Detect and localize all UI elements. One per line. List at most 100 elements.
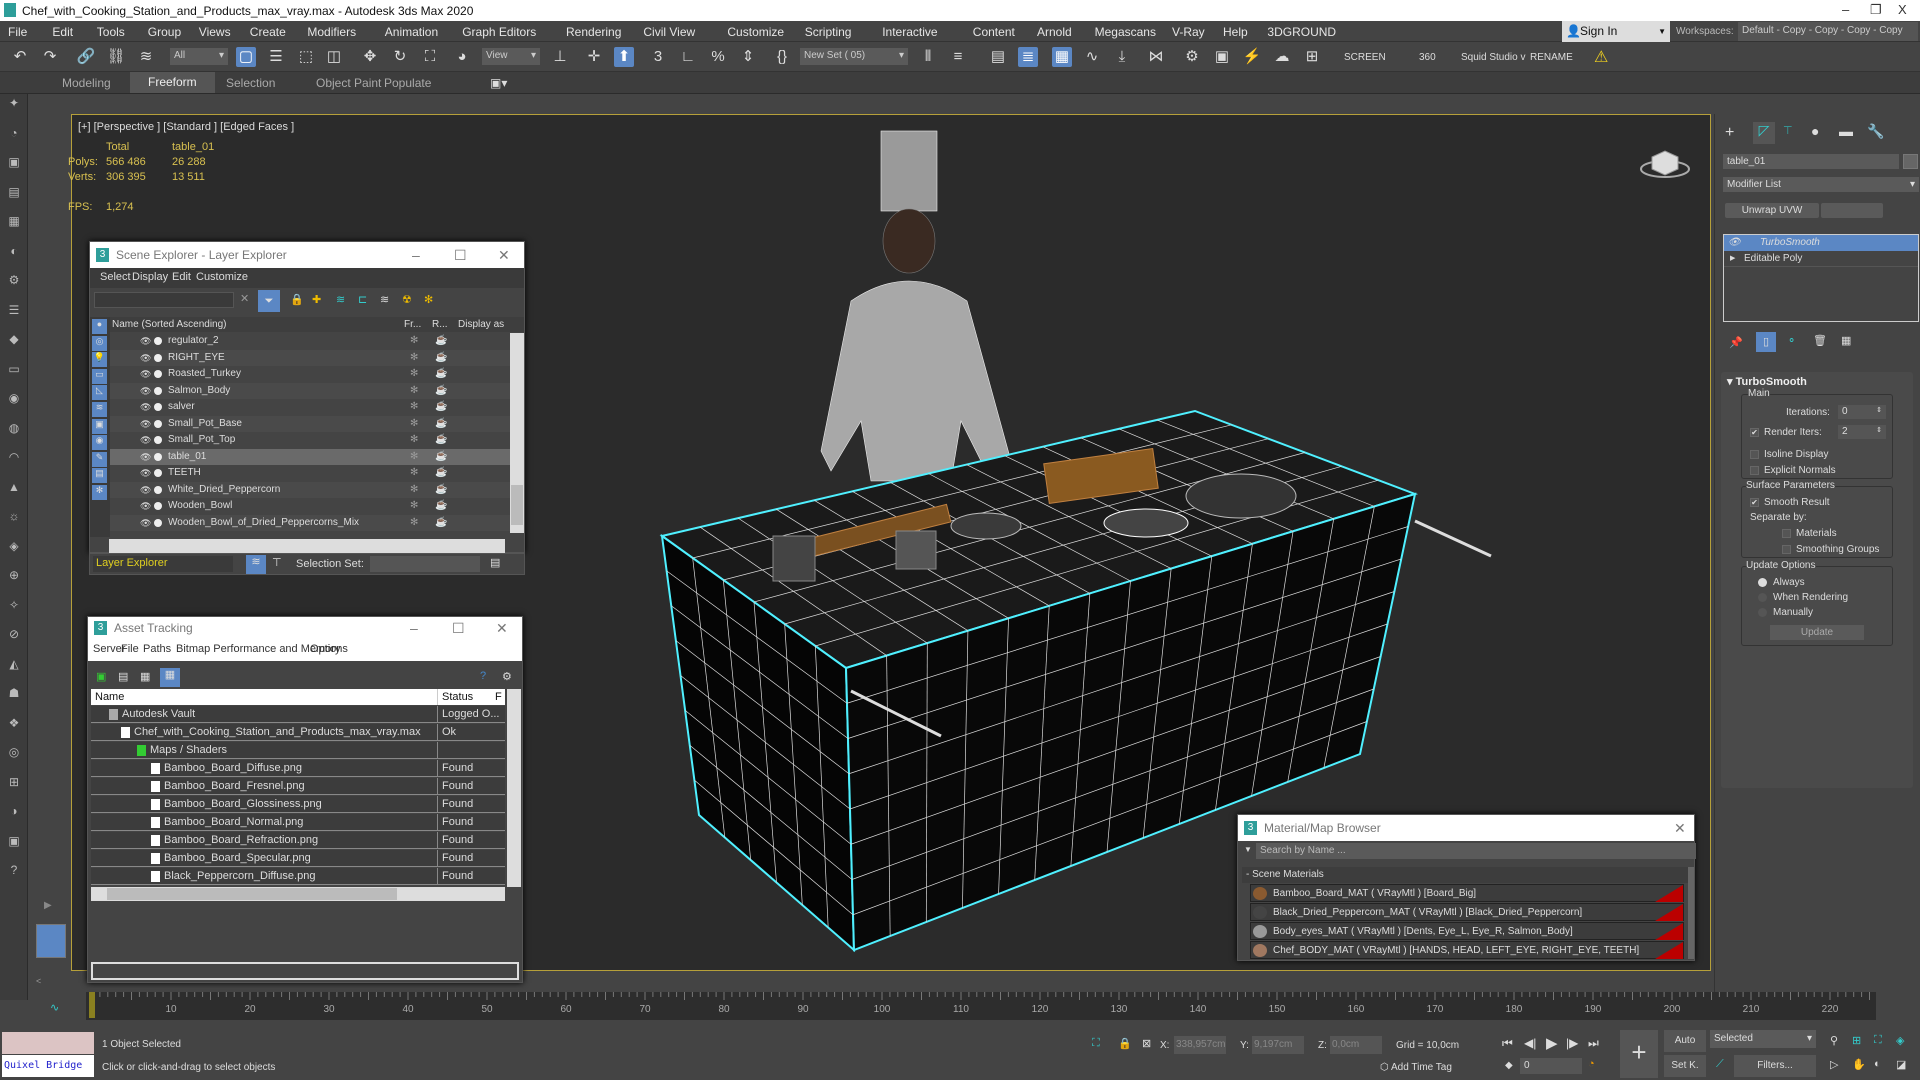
filter-2-icon[interactable]: 💡 xyxy=(92,352,107,368)
renderable-teapot-icon[interactable]: ☕ xyxy=(435,515,447,531)
vertical-scrollbar[interactable] xyxy=(1688,867,1694,959)
play-icon[interactable]: ▶ xyxy=(1546,1034,1558,1052)
tab-object-paint[interactable]: Object Paint xyxy=(316,76,381,90)
vertical-scrollbar[interactable] xyxy=(510,333,524,533)
sign-in-button[interactable]: 👤 Sign In ▼ xyxy=(1562,21,1670,42)
left-panel-icon[interactable]: ▣ xyxy=(6,834,22,848)
isoline-display-checkbox[interactable]: Isoline Display xyxy=(1750,449,1828,460)
menu-rendering[interactable]: Rendering xyxy=(566,25,621,39)
column-renderable[interactable]: R... xyxy=(432,317,448,332)
left-plane-icon[interactable]: ▭ xyxy=(6,362,22,376)
tab-populate[interactable]: Populate xyxy=(384,76,431,90)
orbit-icon[interactable]: ◐ xyxy=(1874,1058,1881,1070)
object-color-swatch[interactable] xyxy=(1903,154,1918,169)
scene-row[interactable]: 👁 Wooden_Bowl_of_Dried_Peppercorns_Mix ✻ ☕ xyxy=(110,514,510,531)
menu-content[interactable]: Content xyxy=(973,25,1015,39)
current-frame-field[interactable]: 0 xyxy=(1520,1058,1582,1074)
modifier-set-button[interactable] xyxy=(1821,203,1883,218)
left-list-icon[interactable]: ☰ xyxy=(6,303,22,317)
scene-row[interactable]: 👁 regulator_2 ✻ ☕ xyxy=(110,333,510,349)
asset-row[interactable]: Bamboo_Board_Specular.png Found xyxy=(91,850,505,867)
ribbon-toggle-icon[interactable]: ▦ xyxy=(1052,47,1072,67)
new-layer-icon[interactable]: ✚ xyxy=(312,293,321,306)
minimize-button[interactable]: – xyxy=(410,617,418,639)
options-menu-icon[interactable]: ▼ xyxy=(1244,845,1252,854)
manually-radio[interactable]: Manually xyxy=(1758,607,1813,618)
configure-sets-icon[interactable]: ▦ xyxy=(1841,334,1851,347)
vertical-scrollbar[interactable] xyxy=(507,689,521,887)
left-help-icon[interactable]: ? xyxy=(6,863,22,877)
object-name-field[interactable]: table_01 xyxy=(1723,154,1899,169)
layers-icon[interactable]: ≋ xyxy=(380,293,389,306)
layer-explorer-toggle-icon[interactable]: ≋ xyxy=(246,555,266,574)
visibility-eye-icon[interactable]: 👁 xyxy=(140,383,151,399)
freeze-icon[interactable]: ✻ xyxy=(410,399,418,415)
select-object-icon[interactable]: ▢ xyxy=(236,47,256,67)
explorer-menu-select[interactable]: Select xyxy=(100,271,131,283)
scene-row[interactable]: 👁 salver ✻ ☕ xyxy=(110,399,510,415)
visibility-eye-icon[interactable]: 👁 xyxy=(140,482,151,498)
filter-10-icon[interactable]: ✻ xyxy=(92,485,107,500)
quixel-bridge-input[interactable]: Quixel Bridge xyxy=(2,1055,94,1077)
selection-set-edit-icon[interactable]: ▤ xyxy=(490,556,500,569)
filter-icon[interactable]: ⏷ xyxy=(258,290,280,312)
menu-tools[interactable]: Tools xyxy=(97,25,125,39)
asset-row[interactable]: Black_Peppercorn_Diffuse.png Found xyxy=(91,868,505,885)
menu-interactive[interactable]: Interactive xyxy=(882,25,937,39)
align-icon[interactable]: ≡ xyxy=(948,47,968,67)
horizontal-scrollbar[interactable] xyxy=(109,539,505,553)
workspace-dropdown[interactable]: Default - Copy - Copy - Copy - Copy xyxy=(1738,22,1918,41)
sort-icon[interactable]: ⊤ xyxy=(272,556,282,569)
maximize-viewport-icon[interactable]: ◪ xyxy=(1896,1058,1906,1071)
script-rename-button[interactable]: RENAME xyxy=(1530,52,1573,63)
left-half-icon[interactable]: ◑ xyxy=(6,804,22,818)
zoom-extents-all-icon[interactable]: ◈ xyxy=(1896,1034,1904,1047)
visibility-eye-icon[interactable]: 👁 xyxy=(140,432,151,448)
window-crossing-icon[interactable]: ◫ xyxy=(324,47,344,67)
freeze-icon[interactable]: ✻ xyxy=(410,350,418,366)
asset-row[interactable]: Bamboo_Board_Normal.png Found xyxy=(91,814,505,831)
freeze-icon[interactable]: ✻ xyxy=(424,293,433,306)
spinner-snap-icon[interactable]: ⇕ xyxy=(738,47,758,67)
always-radio[interactable]: Always xyxy=(1758,577,1805,588)
snaps-toggle-icon[interactable]: 3 xyxy=(648,47,668,67)
render-setup-icon[interactable]: ⚙ xyxy=(1182,47,1202,67)
freeze-icon[interactable]: ✻ xyxy=(410,449,418,465)
scene-row[interactable]: 👁 Roasted_Turkey ✻ ☕ xyxy=(110,366,510,382)
menu-create[interactable]: Create xyxy=(250,25,286,39)
when-rendering-radio[interactable]: When Rendering xyxy=(1758,592,1848,603)
render-cloud-icon[interactable]: ☁ xyxy=(1272,47,1292,67)
zoom-icon[interactable]: ⚲ xyxy=(1830,1034,1838,1047)
viewport-layout-tab[interactable] xyxy=(36,924,66,958)
filter-6-icon[interactable]: ▣ xyxy=(92,418,107,434)
go-to-start-icon[interactable]: ⏮ xyxy=(1502,1036,1513,1051)
unlink-icon[interactable]: ⛓ xyxy=(106,47,126,67)
pin-stack-icon[interactable]: 📌 xyxy=(1729,336,1743,349)
curve-editor-mini-icon[interactable]: ∿ xyxy=(50,1001,59,1014)
menu-megascans[interactable]: Megascans xyxy=(1095,25,1156,39)
filter-0-icon[interactable]: ● xyxy=(92,319,107,334)
column-full-path[interactable]: F xyxy=(495,689,502,705)
maximize-button[interactable]: ☐ xyxy=(452,617,465,639)
left-geo-icon[interactable]: ◈ xyxy=(6,539,22,553)
renderable-teapot-icon[interactable]: ☕ xyxy=(435,465,447,481)
scene-explorer-icon[interactable]: ▤ xyxy=(988,47,1008,67)
close-button[interactable]: ✕ xyxy=(496,617,508,639)
freeze-icon[interactable]: ✻ xyxy=(410,498,418,514)
scene-explorer-titlebar[interactable]: 3 Scene Explorer - Layer Explorer – ☐ ✕ xyxy=(90,242,524,268)
explorer-menu-display[interactable]: Display xyxy=(132,271,168,283)
eye-icon[interactable]: 👁 xyxy=(1728,235,1741,251)
horizontal-scrollbar[interactable] xyxy=(91,887,505,901)
asset-menu-paths[interactable]: Paths xyxy=(143,643,171,655)
tab-selection[interactable]: Selection xyxy=(226,76,275,90)
renderable-teapot-icon[interactable]: ☕ xyxy=(435,432,447,448)
menu-scripting[interactable]: Scripting xyxy=(805,25,852,39)
make-unique-icon[interactable]: ⚬ xyxy=(1787,334,1796,347)
asset-menu-file[interactable]: File xyxy=(121,643,139,655)
scene-row[interactable]: 👁 Wooden_Bowl ✻ ☕ xyxy=(110,498,510,514)
material-item[interactable]: Black_Dried_Peppercorn_MAT ( VRayMtl ) [… xyxy=(1250,903,1684,921)
list-view-icon[interactable]: ▤ xyxy=(118,670,128,683)
left-tiles-icon[interactable]: ⊞ xyxy=(6,775,22,789)
left-circle-icon[interactable]: ◉ xyxy=(6,391,22,405)
unwrap-uvw-button[interactable]: Unwrap UVW xyxy=(1725,203,1819,218)
